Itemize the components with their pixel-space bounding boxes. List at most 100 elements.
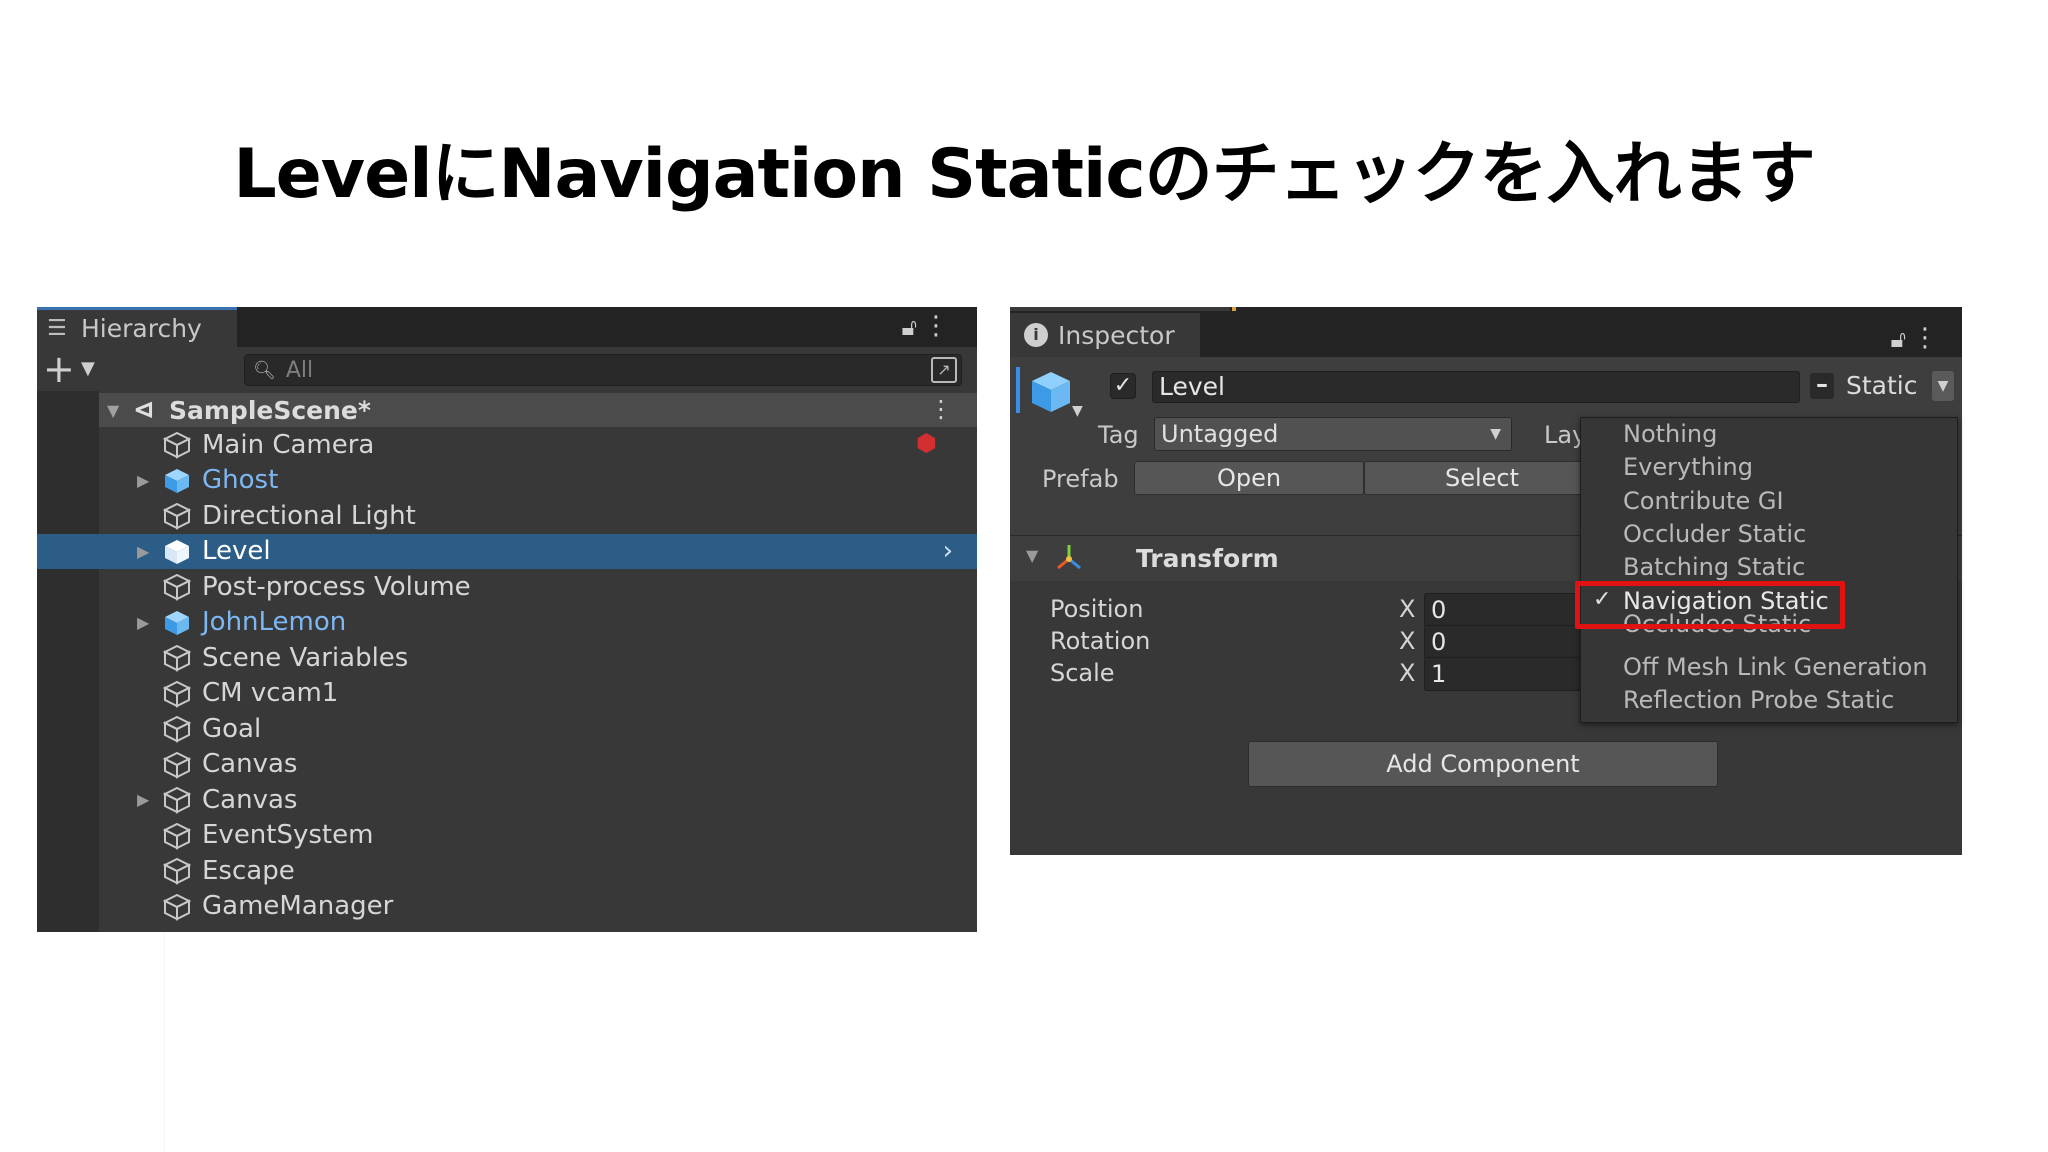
fold-right-icon[interactable]: ▶: [137, 790, 149, 809]
hierarchy-item-label: Level: [202, 536, 271, 567]
gameobject-cube-icon: [162, 822, 192, 850]
prefab-cube-icon: [162, 538, 192, 566]
static-flag-batching-static[interactable]: Batching Static: [1581, 551, 1957, 584]
gameobject-cube-icon: [162, 715, 192, 743]
add-object-button[interactable]: +: [43, 347, 75, 391]
scene-name: SampleScene*: [169, 395, 371, 425]
property-label: Position: [1050, 595, 1144, 623]
hierarchy-item-label: Scene Variables: [202, 642, 409, 673]
scene-row[interactable]: ▼ ⊲ SampleScene* ⋮: [99, 393, 977, 427]
gameobject-cube-icon: [162, 431, 192, 459]
property-label: Scale: [1050, 659, 1115, 687]
static-flag-label: Reflection Probe Static: [1623, 686, 1895, 715]
hierarchy-item-main-camera[interactable]: Main Camera ⬢: [37, 427, 977, 463]
tag-dropdown[interactable]: Untagged ▼: [1154, 417, 1512, 451]
static-flag-occluder-static[interactable]: Occluder Static: [1581, 518, 1957, 551]
static-dropdown-button[interactable]: ▼: [1932, 371, 1954, 401]
gameobject-cube-icon: [162, 893, 192, 921]
kebab-menu-icon[interactable]: ⋮: [1912, 323, 1938, 353]
lock-icon[interactable]: 🔓︎: [1890, 325, 1906, 353]
static-flag-nothing[interactable]: Nothing: [1581, 418, 1957, 451]
hierarchy-item-ghost[interactable]: ▶ Ghost: [37, 463, 977, 499]
hierarchy-item-label: Canvas: [202, 784, 298, 815]
gameobject-cube-icon: [162, 680, 192, 708]
add-component-button[interactable]: Add Component: [1248, 741, 1718, 787]
hierarchy-item-label: GameManager: [202, 891, 394, 922]
tag-label: Tag: [1098, 421, 1139, 449]
fold-down-icon[interactable]: ▼: [107, 401, 129, 420]
hierarchy-item-canvas[interactable]: Canvas: [37, 747, 977, 783]
prefab-cube-icon: [162, 467, 192, 495]
hierarchy-item-level[interactable]: ▶ Level ›: [37, 533, 977, 569]
hierarchy-item-escape[interactable]: Escape: [37, 853, 977, 889]
prefab-cube-icon[interactable]: [1028, 369, 1074, 415]
static-flag-reflection-probe-static[interactable]: Reflection Probe Static: [1581, 684, 1957, 717]
list-icon: ☰: [47, 316, 67, 341]
prefab-label: Prefab: [1042, 465, 1119, 493]
hierarchy-item-scene-variables[interactable]: Scene Variables: [37, 640, 977, 676]
open-prefab-button[interactable]: Open: [1134, 461, 1364, 495]
static-label: Static: [1846, 371, 1918, 400]
static-flag-label: Everything: [1623, 453, 1753, 482]
kebab-menu-icon[interactable]: ⋮: [923, 311, 949, 341]
fold-right-icon[interactable]: ▶: [137, 613, 149, 632]
background-line: [164, 932, 165, 1152]
open-scene-search-icon[interactable]: ↗: [931, 357, 957, 383]
hierarchy-tab-bar: ☰ Hierarchy 🔓︎ ⋮: [37, 307, 977, 347]
fold-right-icon[interactable]: ▶: [137, 542, 149, 561]
hierarchy-item-goal[interactable]: Goal: [37, 711, 977, 747]
scene-kebab-icon[interactable]: ⋮: [929, 395, 953, 423]
axis-label[interactable]: X: [1399, 627, 1415, 655]
select-prefab-button[interactable]: Select: [1364, 461, 1600, 495]
slide-title: LevelにNavigation Staticのチェックを入れます: [233, 135, 1815, 214]
static-flag-label: Occluder Static: [1623, 519, 1807, 548]
tag-value: Untagged: [1161, 420, 1279, 448]
search-placeholder: All: [285, 357, 314, 383]
object-name-field[interactable]: Level: [1152, 371, 1800, 403]
hierarchy-item-directional-light[interactable]: Directional Light: [37, 498, 977, 534]
fold-down-icon[interactable]: ▼: [1026, 546, 1038, 565]
static-flag-off-mesh-link-generation[interactable]: Off Mesh Link Generation: [1581, 651, 1957, 684]
hierarchy-item-label: Escape: [202, 855, 295, 886]
hierarchy-item-cm-vcam1[interactable]: CM vcam1: [37, 676, 977, 712]
lock-icon[interactable]: 🔓︎: [901, 313, 917, 341]
hierarchy-item-label: Main Camera: [202, 429, 375, 460]
search-icon: 🔍︎: [253, 359, 276, 381]
static-flag-contribute-gi[interactable]: Contribute GI: [1581, 485, 1957, 518]
static-flag-everything[interactable]: Everything: [1581, 451, 1957, 484]
hierarchy-item-post-process-volume[interactable]: Post-process Volume: [37, 569, 977, 605]
hierarchy-item-label: Ghost: [202, 465, 279, 496]
fold-right-icon[interactable]: ▶: [137, 471, 149, 490]
gameobject-cube-icon: [162, 502, 192, 530]
gameobject-cube-icon: [162, 857, 192, 885]
prefab-cube-icon: [162, 609, 192, 637]
static-flag-label: Nothing: [1623, 420, 1718, 448]
tab-inspector-label: Inspector: [1058, 320, 1175, 350]
transform-title: Transform: [1136, 544, 1279, 573]
axis-label[interactable]: X: [1399, 595, 1415, 623]
static-checkbox[interactable]: –: [1810, 372, 1834, 399]
property-label: Rotation: [1050, 627, 1151, 655]
gameobject-cube-icon: [162, 751, 192, 779]
icon-dropdown-caret-icon[interactable]: ▼: [1072, 403, 1083, 419]
hierarchy-search-input[interactable]: 🔍︎ All ↗: [244, 354, 962, 386]
gameobject-cube-icon: [162, 786, 192, 814]
tab-inspector[interactable]: i Inspector: [1010, 313, 1200, 357]
hierarchy-item-canvas[interactable]: ▶ Canvas: [37, 782, 977, 818]
scale-x-field[interactable]: 1: [1424, 657, 1584, 691]
tab-hierarchy[interactable]: ☰ Hierarchy: [37, 307, 237, 347]
hierarchy-item-eventsystem[interactable]: EventSystem: [37, 818, 977, 854]
hierarchy-item-label: Post-process Volume: [202, 571, 471, 602]
axis-label[interactable]: X: [1399, 659, 1415, 687]
hierarchy-item-johnlemon[interactable]: ▶ JohnLemon: [37, 605, 977, 641]
static-flag-label: Off Mesh Link Generation: [1623, 653, 1928, 682]
chevron-right-icon[interactable]: ›: [943, 536, 953, 566]
hierarchy-item-label: Goal: [202, 713, 262, 744]
info-icon: i: [1024, 323, 1048, 347]
hierarchy-list: Main Camera ⬢ ▶ Ghost Directional Light ▶ Leve…: [37, 427, 977, 924]
hierarchy-item-gamemanager[interactable]: GameManager: [37, 889, 977, 925]
static-flag-label: Batching Static: [1623, 553, 1806, 582]
static-flag-label: Contribute GI: [1623, 486, 1784, 515]
add-dropdown-caret-icon[interactable]: ▼: [81, 349, 95, 389]
active-checkbox[interactable]: ✓: [1110, 373, 1136, 399]
